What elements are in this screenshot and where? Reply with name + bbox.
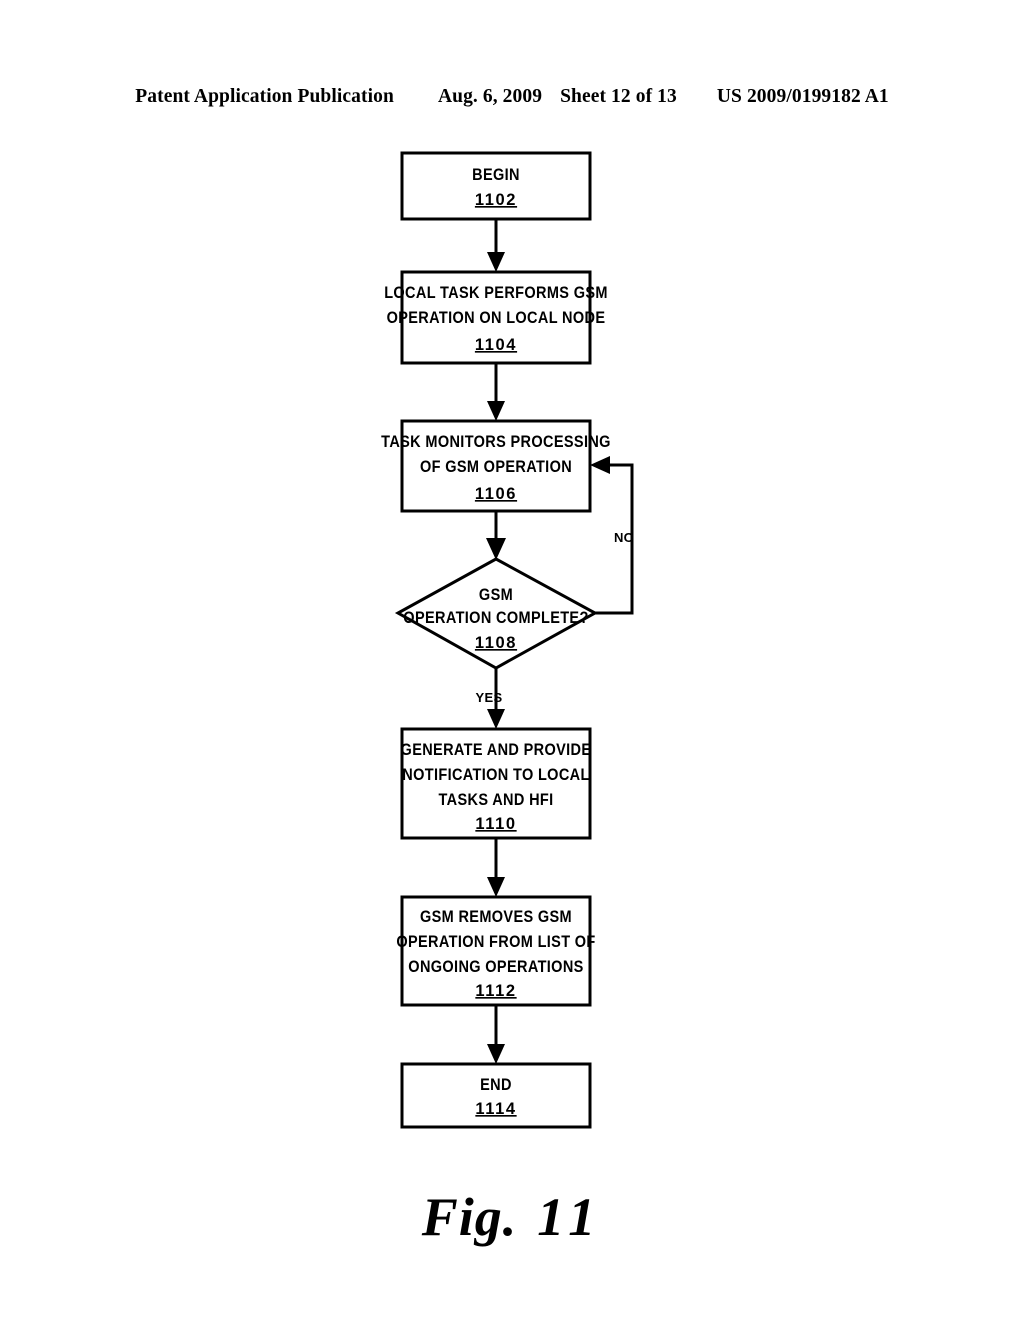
flow-node-1102-line-0: BEGIN: [472, 166, 520, 184]
flow-node-1106-line-1: OF GSM OPERATION: [420, 458, 572, 476]
flow-node-1110-ref: 1110: [475, 815, 516, 833]
edge-label-yes: YES: [476, 690, 503, 705]
flow-node-1104-line-1: OPERATION ON LOCAL NODE: [387, 309, 606, 327]
edge-label-no: NO: [614, 530, 634, 545]
connector-1108-no-to-1106: NO: [590, 456, 634, 615]
connector-1106-to-1108: [486, 511, 506, 560]
flow-node-1110-line-2: TASKS AND HFI: [438, 791, 553, 809]
flow-node-1106[interactable]: TASK MONITORS PROCESSING OF GSM OPERATIO…: [381, 419, 611, 513]
flowchart-figure: NO YES BEGIN 1102 LOCAL TASK PERFORMS GS…: [0, 0, 1024, 1320]
flow-node-1104-ref: 1104: [475, 336, 517, 354]
flow-node-1112-ref: 1112: [475, 982, 516, 1000]
flow-node-1114-ref: 1114: [475, 1100, 516, 1118]
figure-caption-word: Fig.: [421, 1187, 518, 1247]
flow-node-1114[interactable]: END 1114: [400, 1062, 592, 1129]
connector-1108-yes-to-1110: YES: [476, 668, 505, 729]
flow-node-1112-line-0: GSM REMOVES GSM: [420, 908, 572, 926]
flow-node-1108-line-1: OPERATION COMPLETE?: [403, 609, 588, 627]
flow-node-1108[interactable]: GSM OPERATION COMPLETE? 1108: [394, 557, 599, 670]
flow-node-1110-line-0: GENERATE AND PROVIDE: [401, 741, 592, 759]
flow-node-1102-shape: [400, 151, 592, 221]
connector-1112-to-1114: [487, 1005, 505, 1064]
connector-1110-to-1112: [487, 838, 505, 897]
flow-node-1112[interactable]: GSM REMOVES GSM OPERATION FROM LIST OF O…: [396, 895, 595, 1007]
flow-node-1108-line-0: GSM: [479, 586, 513, 604]
flow-node-1110[interactable]: GENERATE AND PROVIDE NOTIFICATION TO LOC…: [400, 727, 592, 840]
flow-node-1112-line-2: ONGOING OPERATIONS: [408, 958, 583, 976]
flow-node-1106-ref: 1106: [475, 485, 517, 503]
flow-node-1104[interactable]: LOCAL TASK PERFORMS GSM OPERATION ON LOC…: [384, 270, 608, 365]
flow-node-1106-line-0: TASK MONITORS PROCESSING: [381, 433, 611, 451]
figure-caption-number: 11: [537, 1187, 603, 1247]
flow-node-1104-line-0: LOCAL TASK PERFORMS GSM: [384, 284, 608, 302]
flow-node-1102[interactable]: BEGIN 1102: [400, 151, 592, 221]
flow-node-1114-line-0: END: [480, 1076, 512, 1094]
flow-node-1102-ref: 1102: [475, 191, 517, 209]
connector-1102-to-1104: [487, 219, 505, 272]
flow-node-1108-ref: 1108: [475, 634, 517, 652]
flowchart-canvas: NO YES BEGIN 1102 LOCAL TASK PERFORMS GS…: [381, 151, 634, 1129]
flow-node-1112-line-1: OPERATION FROM LIST OF: [396, 933, 595, 951]
patent-figure-page: { "header": { "publication": "Patent App…: [0, 0, 1024, 1320]
connector-1104-to-1106: [487, 363, 505, 421]
figure-caption: Fig. 11: [0, 1186, 1024, 1248]
flow-node-1110-line-1: NOTIFICATION TO LOCAL: [402, 766, 590, 784]
